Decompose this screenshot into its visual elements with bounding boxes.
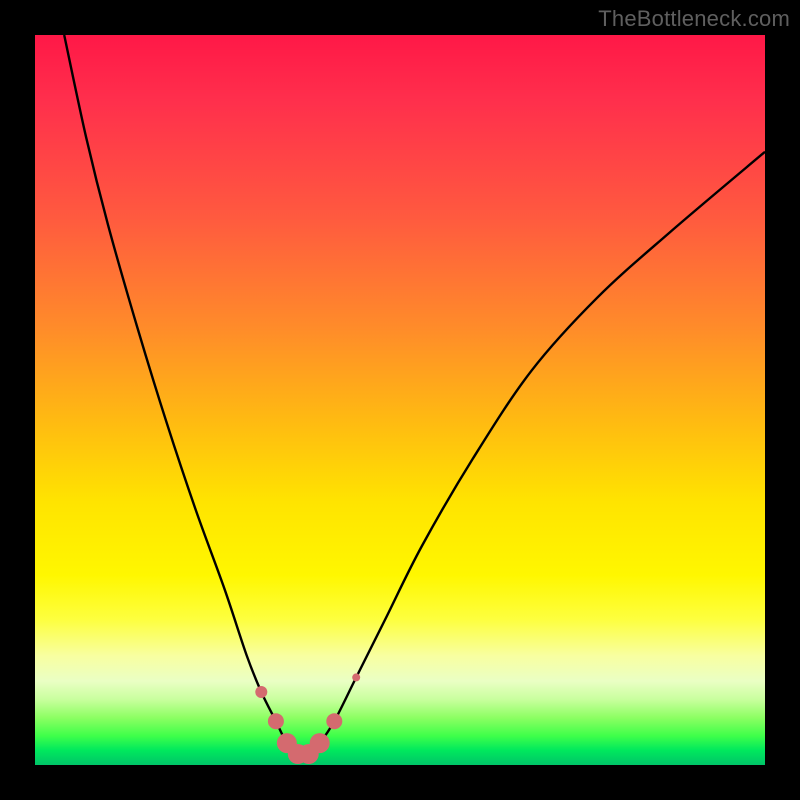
highlight-marker	[310, 733, 330, 753]
highlight-marker	[268, 713, 284, 729]
bottleneck-curve	[64, 35, 765, 755]
highlight-marker	[277, 733, 297, 753]
plot-area	[35, 35, 765, 765]
chart-frame: TheBottleneck.com	[0, 0, 800, 800]
curve-layer	[35, 35, 765, 765]
highlight-marker	[255, 686, 267, 698]
watermark-text: TheBottleneck.com	[598, 6, 790, 32]
highlight-marker	[288, 744, 308, 764]
highlight-marker	[299, 744, 319, 764]
highlight-marker	[326, 713, 342, 729]
highlight-markers	[255, 673, 360, 764]
highlight-marker	[352, 673, 360, 681]
